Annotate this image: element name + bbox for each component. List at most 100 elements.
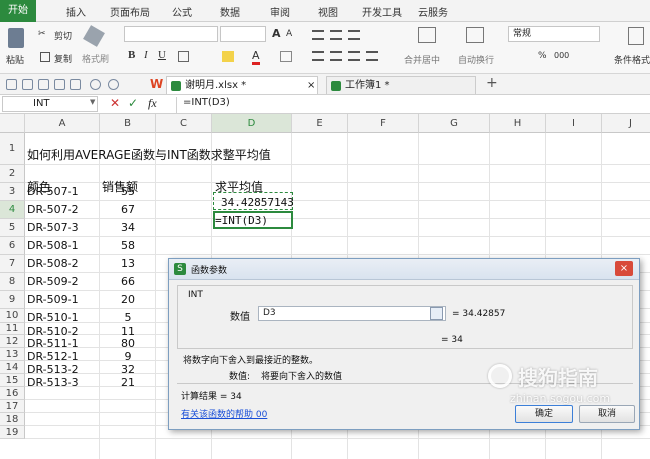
ok-button[interactable]: 确定 [515,405,573,423]
column-header-d[interactable]: D [212,114,292,133]
row-header-4[interactable]: 4 [0,201,25,219]
close-tab-icon[interactable]: × [307,77,315,95]
cell-color-code[interactable]: DR-508-2 [27,257,79,270]
new-tab-icon[interactable]: + [486,75,498,91]
auto-wrap-icon[interactable] [466,27,484,43]
print-icon[interactable] [54,79,65,90]
border-icon[interactable] [178,51,189,62]
cell-d4[interactable]: =INT(D3) [215,214,268,227]
name-box-dropdown-icon[interactable]: ▼ [90,98,95,106]
dialog-title-bar[interactable]: S 函数参数 × [169,259,639,280]
row-header-2[interactable]: 2 [0,165,25,183]
underline-button[interactable]: U [158,49,166,61]
font-grow-button[interactable]: A [272,27,281,40]
cell-color-code[interactable]: DR-509-2 [27,275,79,288]
percent-button[interactable]: % [538,51,547,61]
column-header-e[interactable]: E [292,114,348,133]
row-header-8[interactable]: 8 [0,273,25,291]
menu-tab-developer[interactable]: 开发工具 [362,4,402,19]
fill-color-icon[interactable] [222,51,234,62]
column-header-b[interactable]: B [100,114,156,133]
row-header-7[interactable]: 7 [0,255,25,273]
cell-sales-value[interactable]: 5 [100,311,156,324]
cell-color-code[interactable]: DR-507-2 [27,203,79,216]
cut-button[interactable]: 剪切 [54,29,72,42]
bold-button[interactable]: B [128,49,135,61]
arg-input[interactable]: D3 [258,306,446,321]
thousands-button[interactable]: 000 [554,51,569,60]
select-all-corner[interactable] [0,114,25,133]
column-header-i[interactable]: I [546,114,602,133]
italic-button[interactable]: I [144,49,148,61]
menu-tab-data[interactable]: 数据 [220,4,240,19]
tab-document-2[interactable]: 工作簿1 * [326,76,476,94]
formula-input[interactable]: =INT(D3) [176,97,650,113]
row-header-17[interactable]: 17 [0,400,25,413]
column-header-j[interactable]: J [602,114,650,133]
cell-d3[interactable]: 34.42857143 [221,196,294,209]
cell-sales-value[interactable]: 21 [100,376,156,389]
font-size-select[interactable] [220,26,266,42]
row-header-11[interactable]: 11 [0,323,25,335]
cell-sales-value[interactable]: 32 [100,363,156,376]
cell-color-code[interactable]: DR-512-1 [27,350,79,363]
format-painter-icon[interactable] [83,25,105,47]
align-justify-icon[interactable] [366,51,378,61]
align-left-icon[interactable] [312,51,324,61]
close-icon[interactable]: × [615,261,633,276]
redo-icon[interactable] [108,79,119,90]
save-icon[interactable] [22,79,33,90]
font-name-select[interactable] [124,26,218,42]
row-header-3[interactable]: 3 [0,183,25,201]
cell-sales-value[interactable]: 66 [100,275,156,288]
column-header-f[interactable]: F [348,114,419,133]
font-color-button[interactable]: A [252,49,260,65]
cell-color-code[interactable]: DR-507-3 [27,221,79,234]
print-preview-icon[interactable] [38,79,49,90]
column-header-g[interactable]: G [419,114,490,133]
menu-tab-insert[interactable]: 插入 [66,4,86,19]
row-header-1[interactable]: 1 [0,133,25,165]
row-header-19[interactable]: 19 [0,426,25,439]
clear-format-icon[interactable] [280,51,292,62]
cell-color-code[interactable]: DR-513-2 [27,363,79,376]
cell-color-code[interactable]: DR-508-1 [27,239,79,252]
row-header-16[interactable]: 16 [0,387,25,400]
merge-center-button[interactable]: 合并居中 [404,53,440,66]
row-header-13[interactable]: 13 [0,348,25,361]
align-middle-icon[interactable] [330,30,342,40]
row-header-18[interactable]: 18 [0,413,25,426]
align-bottom-icon[interactable] [348,30,360,40]
cell-a1[interactable]: 如何利用AVERAGE函数与INT函数求整平均值 [27,146,271,163]
cell-color-code[interactable]: DR-510-1 [27,311,79,324]
collapse-dialog-icon[interactable] [430,307,443,320]
format-painter-button[interactable]: 格式刷 [82,52,109,65]
copy-icon[interactable] [40,52,50,62]
cond-format-button[interactable]: 条件格式 [614,53,650,66]
row-header-15[interactable]: 15 [0,374,25,387]
row-header-12[interactable]: 12 [0,335,25,348]
number-format-select[interactable]: 常规 [508,26,600,42]
paste-icon[interactable] [8,28,24,48]
cell-sales-value[interactable]: 58 [100,239,156,252]
paste-button[interactable]: 粘贴 [6,53,24,66]
align-right-icon[interactable] [348,51,360,61]
menu-tab-review[interactable]: 审阅 [270,4,290,19]
row-header-10[interactable]: 10 [0,309,25,323]
cell-color-code[interactable]: DR-511-1 [27,337,79,350]
cell-color-code[interactable]: DR-509-1 [27,293,79,306]
font-shrink-button[interactable]: A [286,29,292,39]
row-header-6[interactable]: 6 [0,237,25,255]
cell-sales-value[interactable]: 80 [100,337,156,350]
column-header-h[interactable]: H [490,114,546,133]
new-icon[interactable] [6,79,17,90]
row-header-9[interactable]: 9 [0,291,25,309]
help-link[interactable]: 有关该函数的帮助 00 [181,407,267,420]
cell-color-code[interactable]: DR-507-1 [27,185,79,198]
align-top-icon[interactable] [312,30,324,40]
auto-wrap-button[interactable]: 自动换行 [458,53,494,66]
menu-tab-formulas[interactable]: 公式 [172,4,192,19]
cancel-edit-icon[interactable]: ✕ [110,96,120,110]
menu-tab-home[interactable]: 开始 [0,0,36,22]
menu-tab-view[interactable]: 视图 [318,4,338,19]
